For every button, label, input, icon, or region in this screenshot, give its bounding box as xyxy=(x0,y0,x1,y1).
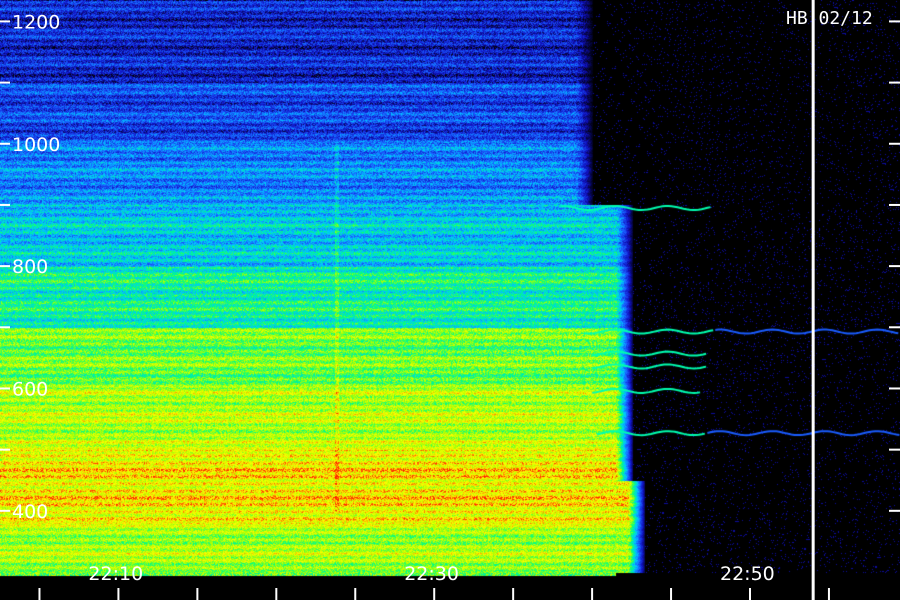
y-tick-label: 1200 xyxy=(12,11,60,33)
station-tag: HB 02/12 xyxy=(786,8,873,29)
x-tick-label: 22:50 xyxy=(720,563,775,585)
y-tick-label: 800 xyxy=(12,256,48,278)
y-axis: 1200 1000 800 600 400 xyxy=(0,11,900,523)
x-tick-label: 22:10 xyxy=(88,563,143,585)
spectrogram-chart: 1200 1000 800 600 400 22:10 22:30 22:50 HB 02/… xyxy=(0,0,900,600)
axes-overlay: 1200 1000 800 600 400 22:10 22:30 22:50 HB 02/… xyxy=(0,0,900,600)
y-tick-label: 600 xyxy=(12,378,48,400)
x-axis: 22:10 22:30 22:50 xyxy=(38,563,830,600)
y-tick-label: 1000 xyxy=(12,134,60,156)
y-tick-label: 400 xyxy=(12,501,48,523)
x-tick-label: 22:30 xyxy=(404,563,459,585)
